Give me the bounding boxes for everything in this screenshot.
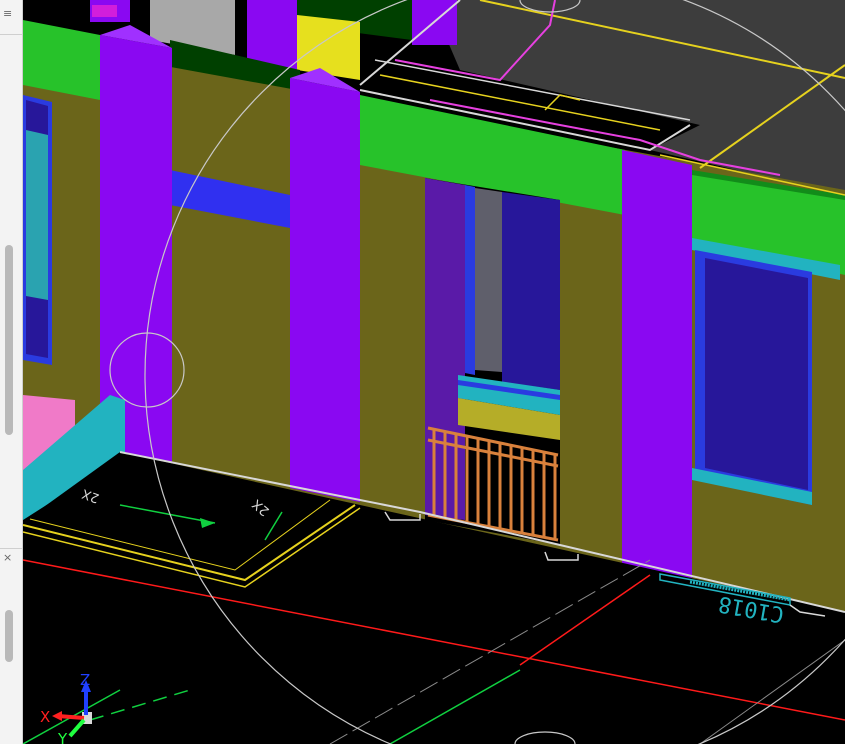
ucs-z-label: Z	[80, 671, 90, 689]
scrollbar-thumb-bottom[interactable]	[5, 610, 13, 662]
window-left	[23, 95, 52, 365]
ucs-y-label: Y	[57, 730, 68, 744]
scrollbar-thumb-top[interactable]	[5, 245, 13, 435]
panel-menu-icon[interactable]: ≡	[3, 8, 12, 20]
ucs-x-label: X	[40, 708, 50, 726]
close-icon[interactable]: ×	[3, 552, 12, 564]
panel-divider	[0, 34, 22, 35]
panel-divider	[0, 548, 22, 549]
side-panel: ≡ ×	[0, 0, 23, 744]
drawing-viewport[interactable]: C1018 2X 2X X Z Y	[23, 0, 845, 744]
